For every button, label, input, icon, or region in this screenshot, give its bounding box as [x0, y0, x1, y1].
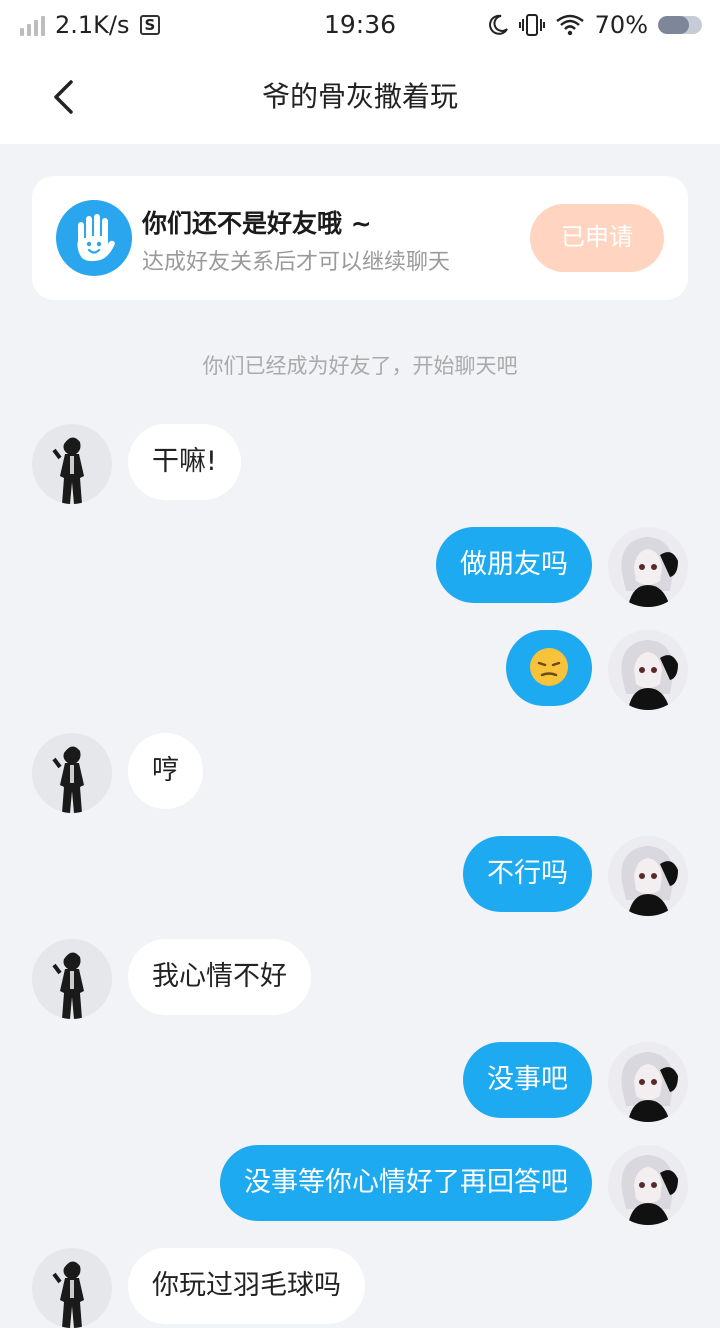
moon-icon — [488, 14, 508, 35]
applied-button[interactable]: 已申请 — [530, 204, 664, 272]
message-bubble-outgoing[interactable]: 没事等你心情好了再回答吧 — [220, 1145, 592, 1221]
my-avatar[interactable] — [608, 836, 688, 916]
message-bubble-outgoing[interactable]: 做朋友吗 — [436, 527, 592, 603]
chat-header: 爷的骨灰撒着玩 — [0, 50, 720, 144]
message-bubble-incoming[interactable]: 我心情不好 — [128, 939, 311, 1015]
battery-icon — [658, 16, 702, 34]
friend-request-card: 你们还不是好友哦 ~ 达成好友关系后才可以继续聊天 已申请 — [32, 176, 688, 300]
wave-hand-icon — [56, 200, 132, 276]
friend-card-title: 你们还不是好友哦 ~ — [142, 209, 372, 238]
message-bubble-outgoing[interactable]: 没事吧 — [463, 1042, 592, 1118]
chevron-left-icon — [54, 80, 73, 114]
message-bubble-incoming[interactable]: 干嘛! — [128, 424, 241, 500]
contact-avatar[interactable] — [32, 424, 112, 504]
message-bubble-incoming[interactable]: 哼 — [128, 733, 203, 809]
my-avatar[interactable] — [608, 1145, 688, 1225]
battery-percent: 70% — [594, 11, 648, 39]
friend-card-subtitle: 达成好友关系后才可以继续聊天 — [142, 250, 451, 275]
system-note: 你们已经成为好友了，开始聊天吧 — [202, 354, 518, 378]
status-bar: 2.1K/s S 19:36 70% — [0, 0, 720, 50]
contact-avatar[interactable] — [32, 1248, 112, 1328]
my-avatar[interactable] — [608, 1042, 688, 1122]
wifi-icon — [555, 14, 584, 36]
pensive-face-icon — [530, 647, 568, 686]
message-bubble-outgoing[interactable]: 不行吗 — [463, 836, 592, 912]
back-button[interactable] — [38, 72, 88, 122]
chat-title: 爷的骨灰撒着玩 — [261, 80, 458, 113]
vibrate-icon — [518, 14, 545, 36]
my-avatar[interactable] — [608, 527, 688, 607]
message-bubble-incoming[interactable]: 你玩过羽毛球吗 — [128, 1248, 365, 1324]
my-avatar[interactable] — [608, 630, 688, 710]
contact-avatar[interactable] — [32, 733, 112, 813]
contact-avatar[interactable] — [32, 939, 112, 1019]
message-bubble-outgoing[interactable] — [506, 630, 592, 706]
